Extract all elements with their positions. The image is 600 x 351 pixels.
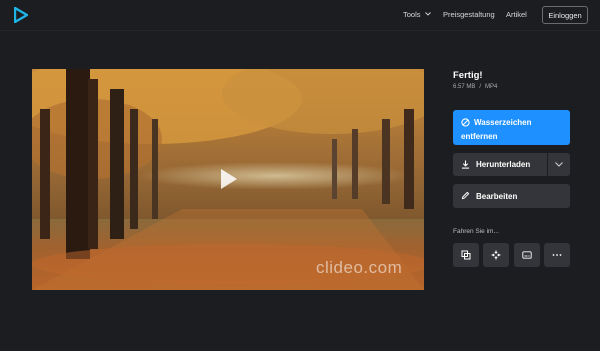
edit-label: Bearbeiten xyxy=(476,192,518,201)
meta-separator: / xyxy=(479,84,482,90)
chevron-down-icon xyxy=(424,12,431,16)
merge-icon xyxy=(461,250,471,260)
download-options-button[interactable] xyxy=(548,153,570,176)
top-header: Tools Preisgestaltung Artikel Einloggen xyxy=(0,0,600,31)
compress-tool-button[interactable] xyxy=(483,243,509,267)
remove-watermark-label-line2: entfernen xyxy=(461,132,498,141)
clideo-logo-icon[interactable] xyxy=(14,7,28,23)
more-icon xyxy=(552,254,562,256)
file-meta: 6.57 MB / MP4 xyxy=(453,84,497,90)
chevron-down-icon xyxy=(555,162,563,167)
no-sign-icon xyxy=(461,118,470,127)
nav-tools[interactable]: Tools xyxy=(403,10,431,19)
play-icon[interactable] xyxy=(219,167,239,191)
watermark-text: clideo.com xyxy=(316,258,403,277)
remove-watermark-button[interactable]: Wasserzeichen entfernen xyxy=(453,110,570,145)
pencil-icon xyxy=(461,191,470,200)
edit-button[interactable]: Bearbeiten xyxy=(453,184,570,208)
file-size: 6.57 MB xyxy=(453,84,476,90)
subtitles-icon xyxy=(522,251,532,259)
result-title: Fertig! xyxy=(453,70,483,81)
more-tools-button[interactable] xyxy=(544,243,570,267)
compress-icon xyxy=(491,250,501,260)
nav-tools-label: Tools xyxy=(403,10,421,19)
remove-watermark-label-line1: Wasserzeichen xyxy=(474,118,532,127)
nav-pricing[interactable]: Preisgestaltung xyxy=(443,10,495,19)
login-button[interactable]: Einloggen xyxy=(542,6,588,24)
nav-articles[interactable]: Artikel xyxy=(506,10,527,19)
file-format: MP4 xyxy=(485,84,498,90)
merge-tool-button[interactable] xyxy=(453,243,479,267)
download-label: Herunterladen xyxy=(476,160,531,169)
subtitles-tool-button[interactable] xyxy=(514,243,540,267)
download-icon xyxy=(461,160,470,169)
download-button[interactable]: Herunterladen xyxy=(453,153,547,176)
continue-in-heading: Fahren Sie im... xyxy=(453,228,499,235)
